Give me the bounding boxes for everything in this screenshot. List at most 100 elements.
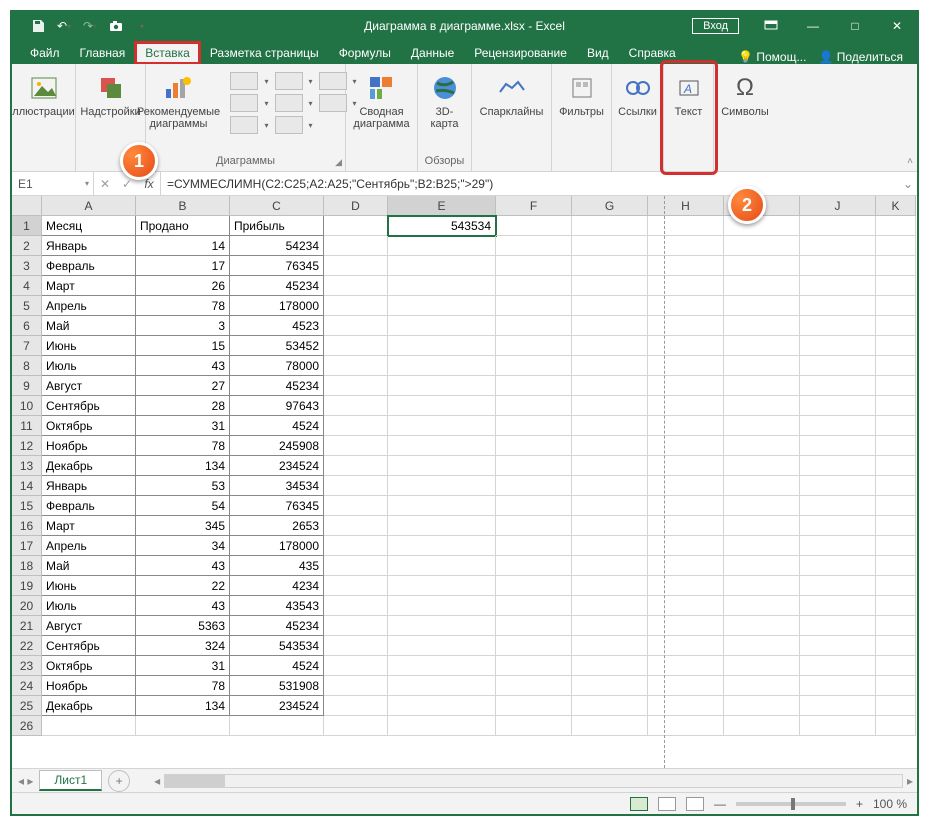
cell[interactable] [388, 696, 496, 716]
cell[interactable] [648, 516, 724, 536]
cell[interactable] [648, 496, 724, 516]
cell[interactable] [388, 356, 496, 376]
surface-chart-icon[interactable] [319, 94, 347, 112]
sheet-nav[interactable]: ◂ ▸ [12, 774, 39, 788]
cell[interactable] [724, 656, 800, 676]
row-header[interactable]: 9 [12, 376, 42, 396]
cell[interactable] [388, 276, 496, 296]
cell[interactable]: 17 [136, 256, 230, 276]
cell[interactable] [876, 696, 916, 716]
cell[interactable] [496, 296, 572, 316]
cell[interactable] [388, 636, 496, 656]
cell[interactable] [800, 236, 876, 256]
cell[interactable] [724, 676, 800, 696]
col-header[interactable]: B [136, 196, 230, 216]
close-icon[interactable]: ✕ [877, 12, 917, 40]
zoom-slider[interactable] [736, 802, 846, 806]
cell[interactable] [572, 216, 648, 236]
cell[interactable]: Июнь [42, 336, 136, 356]
row-header[interactable]: 23 [12, 656, 42, 676]
cell[interactable]: Декабрь [42, 696, 136, 716]
cell[interactable] [876, 216, 916, 236]
cell[interactable] [876, 276, 916, 296]
cell[interactable] [572, 636, 648, 656]
cell[interactable]: 4524 [230, 416, 324, 436]
zoom-in-icon[interactable]: + [856, 797, 863, 811]
cell[interactable] [648, 576, 724, 596]
cell[interactable] [324, 236, 388, 256]
cell[interactable] [324, 356, 388, 376]
cell[interactable]: 28 [136, 396, 230, 416]
cell[interactable] [388, 376, 496, 396]
cell[interactable] [388, 656, 496, 676]
addins-button[interactable]: Надстройки [83, 68, 139, 122]
tell-me[interactable]: 💡 Помощ... [738, 50, 806, 64]
scroll-right-icon[interactable]: ▸ [903, 774, 917, 788]
cell[interactable] [388, 496, 496, 516]
cell[interactable] [648, 276, 724, 296]
cell[interactable] [876, 576, 916, 596]
row-header[interactable]: 24 [12, 676, 42, 696]
cell[interactable] [324, 676, 388, 696]
cell[interactable]: Июль [42, 596, 136, 616]
cell[interactable] [876, 336, 916, 356]
row-header[interactable]: 15 [12, 496, 42, 516]
cell[interactable]: Декабрь [42, 456, 136, 476]
cell[interactable]: Апрель [42, 536, 136, 556]
cell[interactable]: 45234 [230, 376, 324, 396]
col-header[interactable]: C [230, 196, 324, 216]
cell[interactable] [388, 516, 496, 536]
cell[interactable] [648, 316, 724, 336]
cell[interactable] [572, 256, 648, 276]
cell[interactable]: Сентябрь [42, 396, 136, 416]
cell[interactable]: 27 [136, 376, 230, 396]
stats-chart-icon[interactable] [319, 72, 347, 90]
cell[interactable] [876, 316, 916, 336]
cell[interactable] [572, 596, 648, 616]
cell[interactable] [324, 416, 388, 436]
cell[interactable] [388, 316, 496, 336]
cell[interactable]: 543534 [230, 636, 324, 656]
col-header[interactable]: E [388, 196, 496, 216]
cell[interactable]: 53452 [230, 336, 324, 356]
cell[interactable] [572, 496, 648, 516]
cell[interactable] [324, 216, 388, 236]
cell[interactable] [388, 336, 496, 356]
cell[interactable] [496, 576, 572, 596]
cell[interactable] [800, 216, 876, 236]
sign-in-button[interactable]: Вход [692, 18, 739, 34]
cell[interactable]: Месяц [42, 216, 136, 236]
cell[interactable] [876, 416, 916, 436]
camera-icon[interactable] [106, 16, 126, 36]
cell[interactable]: 97643 [230, 396, 324, 416]
cell[interactable] [724, 396, 800, 416]
add-sheet-icon[interactable]: + [108, 770, 130, 792]
cell[interactable] [388, 556, 496, 576]
cell[interactable] [800, 356, 876, 376]
cell[interactable] [388, 456, 496, 476]
cell[interactable] [388, 536, 496, 556]
cell[interactable] [324, 656, 388, 676]
cell[interactable] [876, 496, 916, 516]
cell[interactable] [800, 656, 876, 676]
cell[interactable] [324, 316, 388, 336]
cell[interactable]: 345 [136, 516, 230, 536]
cell[interactable] [388, 616, 496, 636]
cell[interactable] [648, 676, 724, 696]
cell[interactable] [876, 516, 916, 536]
cell[interactable] [324, 536, 388, 556]
cell[interactable]: Ноябрь [42, 676, 136, 696]
cell[interactable] [324, 276, 388, 296]
cell[interactable]: 43543 [230, 596, 324, 616]
cell[interactable] [572, 676, 648, 696]
cell[interactable] [800, 436, 876, 456]
row-header[interactable]: 18 [12, 556, 42, 576]
cell[interactable]: 78 [136, 676, 230, 696]
cell[interactable] [724, 536, 800, 556]
cell[interactable] [496, 276, 572, 296]
symbols-button[interactable]: Ω Символы [718, 68, 772, 122]
cell[interactable] [572, 556, 648, 576]
cell[interactable] [724, 516, 800, 536]
cell[interactable] [800, 676, 876, 696]
cell[interactable]: 2653 [230, 516, 324, 536]
